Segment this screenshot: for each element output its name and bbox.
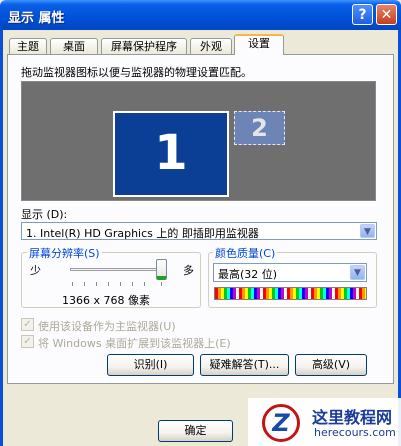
ok-button[interactable]: 确定 — [158, 420, 233, 442]
help-button[interactable]: ? — [352, 4, 373, 25]
chevron-down-icon[interactable]: ▼ — [360, 224, 375, 238]
window-title: 显示 属性 — [8, 11, 65, 26]
tab-settings[interactable]: 设置 — [234, 34, 284, 55]
resolution-value: 1366 x 768 像素 — [62, 294, 150, 307]
resolution-max-label: 多 — [183, 264, 194, 277]
tab-appearance[interactable]: 外观 — [190, 38, 232, 54]
resolution-title: 屏幕分辨率(S) — [27, 245, 102, 261]
monitor-1-icon[interactable]: 1 — [113, 111, 229, 197]
primary-monitor-checkbox[interactable]: ✓ — [21, 318, 34, 331]
troubleshoot-button[interactable]: 疑难解答(T)... — [200, 354, 289, 376]
display-label: 显示 (D): — [21, 208, 68, 221]
resolution-slider-track[interactable] — [70, 268, 166, 271]
color-quality-value: 最高(32 位) — [218, 268, 278, 281]
watermark-logo-icon: Z — [262, 404, 300, 442]
title-bar[interactable]: 显示 属性 ? ✕ — [0, 0, 401, 30]
tab-themes[interactable]: 主题 — [9, 38, 47, 54]
extend-desktop-checkbox[interactable]: ✓ — [21, 335, 34, 348]
resolution-slider-thumb[interactable] — [156, 259, 167, 280]
advanced-button[interactable]: 高级(V) — [295, 354, 367, 376]
display-select-value: 1. Intel(R) HD Graphics 上的 即插即用监视器 — [26, 227, 259, 240]
color-spectrum-bar — [214, 287, 367, 300]
instruction-text: 拖动监视器图标以便与监视器的物理设置匹配。 — [21, 66, 252, 79]
chevron-down-icon[interactable]: ▼ — [350, 265, 365, 280]
tab-screensaver[interactable]: 屏幕保护程序 — [101, 38, 187, 54]
display-select[interactable]: 1. Intel(R) HD Graphics 上的 即插即用监视器 ▼ — [21, 222, 377, 240]
watermark-title: 这里教程网 — [312, 408, 393, 427]
extend-desktop-label: 将 Windows 桌面扩展到该监视器上(E) — [38, 337, 231, 350]
identify-button[interactable]: 识别(I) — [107, 354, 194, 376]
close-button[interactable]: ✕ — [376, 4, 397, 25]
watermark-url: herecours.com — [314, 426, 396, 439]
primary-monitor-label: 使用该设备作为主监视器(U) — [38, 320, 176, 333]
tab-desktop[interactable]: 桌面 — [50, 38, 98, 54]
color-quality-select[interactable]: 最高(32 位) ▼ — [213, 263, 367, 282]
color-quality-title: 颜色质量(C) — [213, 245, 278, 261]
monitor-2-icon[interactable]: 2 — [234, 111, 285, 145]
resolution-min-label: 少 — [30, 264, 41, 277]
